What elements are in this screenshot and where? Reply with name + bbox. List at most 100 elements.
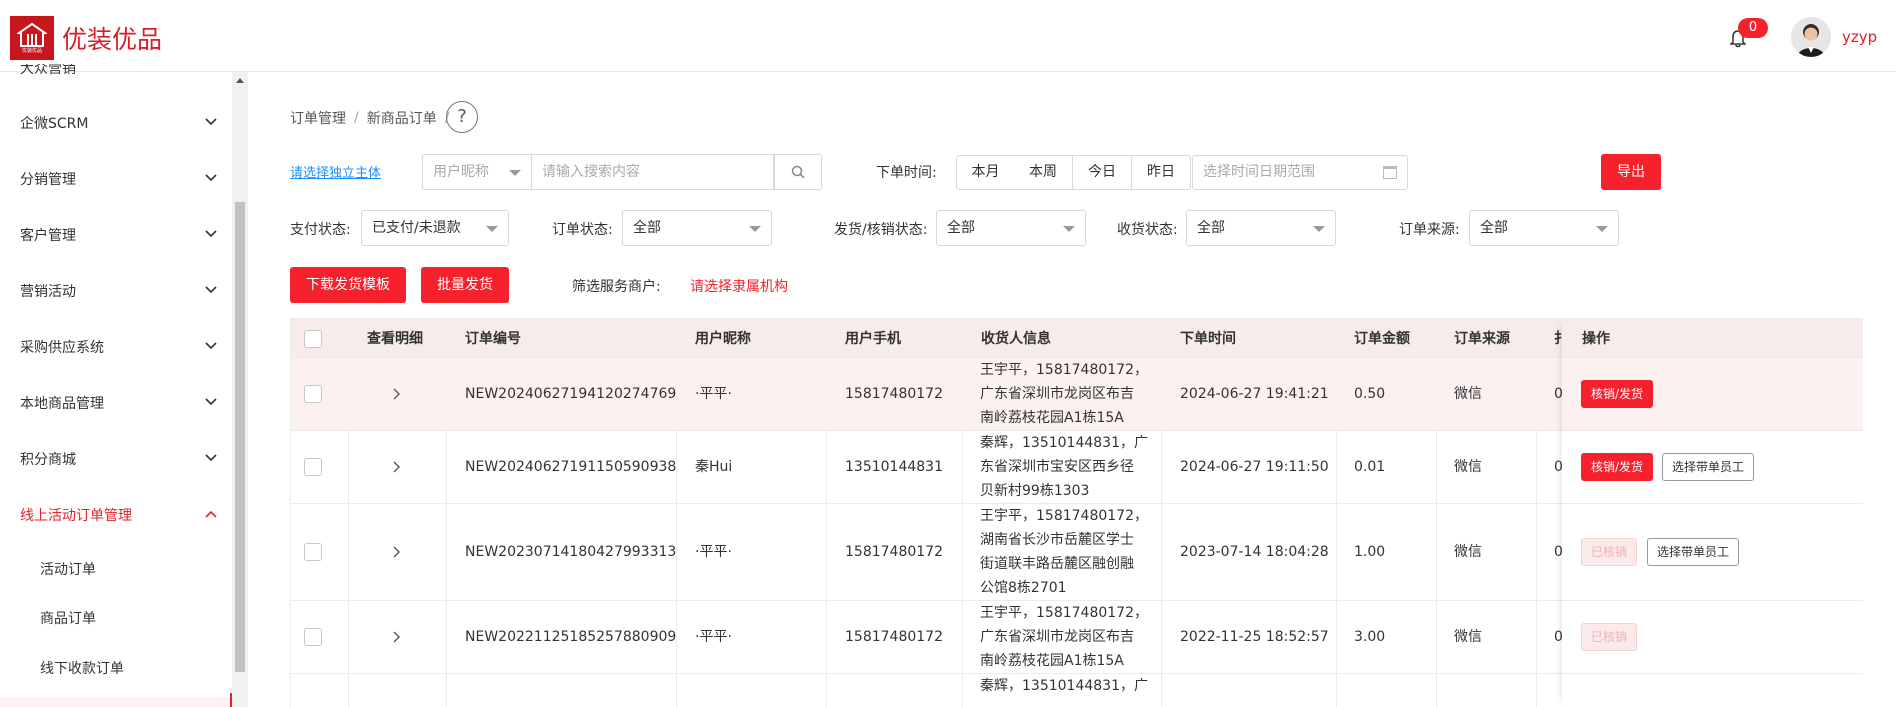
date-range-picker[interactable]: 选择时间日期范围: [1192, 155, 1408, 190]
sidebar-item-distribution[interactable]: 分销管理: [0, 159, 232, 199]
order-no: NEW20221125185257880909: [465, 629, 677, 645]
export-button[interactable]: 导出: [1601, 154, 1661, 190]
download-template-button[interactable]: 下载发货模板: [290, 267, 406, 303]
chevron-right-icon[interactable]: [390, 546, 402, 558]
row-checkbox[interactable]: [304, 628, 322, 646]
sidebar-item-local-goods[interactable]: 本地商品管理: [0, 383, 232, 423]
receiver-line: 街道联丰路岳麓区融创融: [980, 556, 1134, 572]
chevron-right-icon[interactable]: [390, 388, 402, 400]
avatar[interactable]: [1791, 17, 1831, 57]
sidebar-item-label: 分销管理: [20, 172, 76, 188]
sidebar-item-label: 积分商城: [20, 452, 76, 468]
breadcrumb-separator: /: [354, 110, 359, 126]
col-header-truncated: 扌: [1554, 319, 1562, 359]
source-select[interactable]: 全部: [1469, 210, 1619, 246]
sidebar-scrollbar[interactable]: [232, 72, 248, 707]
order-no: NEW20240627194120274769: [465, 386, 677, 402]
order-amount: 0.01: [1354, 459, 1386, 475]
date-range-placeholder: 选择时间日期范围: [1203, 164, 1315, 180]
pay-status-value: 已支付/未退款: [372, 220, 461, 236]
search-input[interactable]: 请输入搜索内容: [532, 154, 774, 190]
time-button-today[interactable]: 今日: [1073, 155, 1132, 190]
row-checkbox[interactable]: [304, 543, 322, 561]
breadcrumb-order-management[interactable]: 订单管理: [290, 108, 346, 128]
select-all-checkbox[interactable]: [304, 330, 322, 348]
chevron-down-icon: [205, 174, 217, 182]
chevron-down-icon: [205, 286, 217, 294]
search-field-select[interactable]: 用户昵称: [422, 154, 532, 190]
ship-status-label: 发货/核销状态:: [834, 222, 928, 238]
order-status-select[interactable]: 全部: [622, 210, 772, 246]
col-header-amount: 订单金额: [1354, 331, 1410, 347]
select-entity-link[interactable]: 请选择独立主体: [290, 162, 381, 181]
col-header-source: 订单来源: [1454, 331, 1510, 347]
row-checkbox[interactable]: [304, 458, 322, 476]
sidebar-active-item[interactable]: [0, 697, 230, 707]
breadcrumb-new-goods-order[interactable]: 新商品订单: [367, 108, 437, 128]
receive-status-select[interactable]: 全部: [1186, 210, 1336, 246]
chevron-up-icon: [205, 510, 217, 518]
time-button-yesterday[interactable]: 昨日: [1132, 155, 1191, 190]
receiver-line: 公馆8栋2701: [980, 580, 1067, 596]
brand-name: 优装优品: [62, 25, 163, 54]
row-checkbox[interactable]: [304, 385, 322, 403]
sidebar-item-online-orders[interactable]: 线上活动订单管理: [0, 495, 232, 535]
chevron-right-icon[interactable]: [390, 461, 402, 473]
notification-badge: 0: [1738, 18, 1768, 38]
receiver-line: 东省深圳市宝安区西乡径: [980, 459, 1134, 475]
order-source: 微信: [1454, 629, 1482, 645]
batch-ship-button[interactable]: 批量发货: [421, 267, 509, 303]
chevron-down-icon: [205, 454, 217, 462]
order-time: 2022-11-25 18:52:57: [1180, 629, 1329, 645]
receiver-line: 秦辉，13510144831，广: [980, 678, 1148, 694]
col-header-phone: 用户手机: [845, 331, 901, 347]
order-amount: 3.00: [1354, 629, 1386, 645]
search-button[interactable]: [774, 154, 822, 190]
order-status-value: 全部: [633, 220, 661, 236]
order-source: 微信: [1454, 544, 1482, 560]
chevron-right-icon[interactable]: [390, 631, 402, 643]
phone: 15817480172: [845, 544, 943, 560]
top-header: 优装优品 优装优品 0 yzyp: [0, 0, 1896, 72]
order-amount: 1.00: [1354, 544, 1386, 560]
receiver-line: 王宇平，15817480172，: [980, 605, 1148, 621]
nickname: ·平平·: [695, 629, 732, 645]
sidebar-item-scrm[interactable]: 企微SCRM: [0, 103, 232, 143]
order-source: 微信: [1454, 459, 1482, 475]
ship-status-select[interactable]: 全部: [936, 210, 1086, 246]
help-icon[interactable]: ?: [446, 101, 478, 133]
receiver-line: 王宇平，15817480172，: [980, 508, 1148, 524]
order-source: 微信: [1454, 386, 1482, 402]
sidebar-item-label: 线上活动订单管理: [20, 508, 132, 524]
scroll-up-arrow-icon[interactable]: [236, 78, 244, 83]
submenu-goods-orders[interactable]: 商品订单: [0, 598, 232, 638]
search-field-select-value: 用户昵称: [433, 164, 489, 180]
brand-logo[interactable]: 优装优品: [10, 16, 54, 60]
time-button-this-week[interactable]: 本周: [1014, 155, 1073, 190]
sidebar-item-marketing[interactable]: 营销活动: [0, 271, 232, 311]
time-button-this-month[interactable]: 本月: [956, 155, 1015, 190]
order-time: 2024-06-27 19:41:21: [1180, 386, 1329, 402]
sidebar-item-points-mall[interactable]: 积分商城: [0, 439, 232, 479]
scrollbar-thumb[interactable]: [235, 202, 245, 672]
caret-down-icon: [1596, 226, 1608, 232]
nickname: 秦Hui: [695, 459, 733, 475]
sidebar-item-customers[interactable]: 客户管理: [0, 215, 232, 255]
receiver-line: 湖南省长沙市岳麓区学士: [980, 532, 1134, 548]
search-icon: [791, 165, 805, 179]
order-time-label: 下单时间:: [876, 165, 937, 181]
chevron-down-icon: [205, 118, 217, 126]
sidebar-item-procurement[interactable]: 采购供应系统: [0, 327, 232, 367]
ship-status-value: 全部: [947, 220, 975, 236]
pay-status-select[interactable]: 已支付/未退款: [361, 210, 509, 246]
select-merchant-link[interactable]: 请选择隶属机构: [690, 276, 788, 296]
submenu-offline-orders[interactable]: 线下收款订单: [0, 648, 232, 688]
chevron-down-icon: [205, 342, 217, 350]
username[interactable]: yzyp: [1842, 28, 1877, 46]
submenu-activity-orders[interactable]: 活动订单: [0, 549, 232, 589]
order-no: NEW20240627191150590938: [465, 459, 677, 475]
col-header-receiver: 收货人信息: [981, 331, 1051, 347]
merchant-filter-label: 筛选服务商户:: [572, 279, 661, 295]
orders-table: 查看明细 订单编号 用户昵称 用户手机 收货人信息 下单时间 订单金额 订单来源…: [290, 318, 1863, 707]
receiver-line: 广东省深圳市龙岗区布吉: [980, 386, 1134, 402]
